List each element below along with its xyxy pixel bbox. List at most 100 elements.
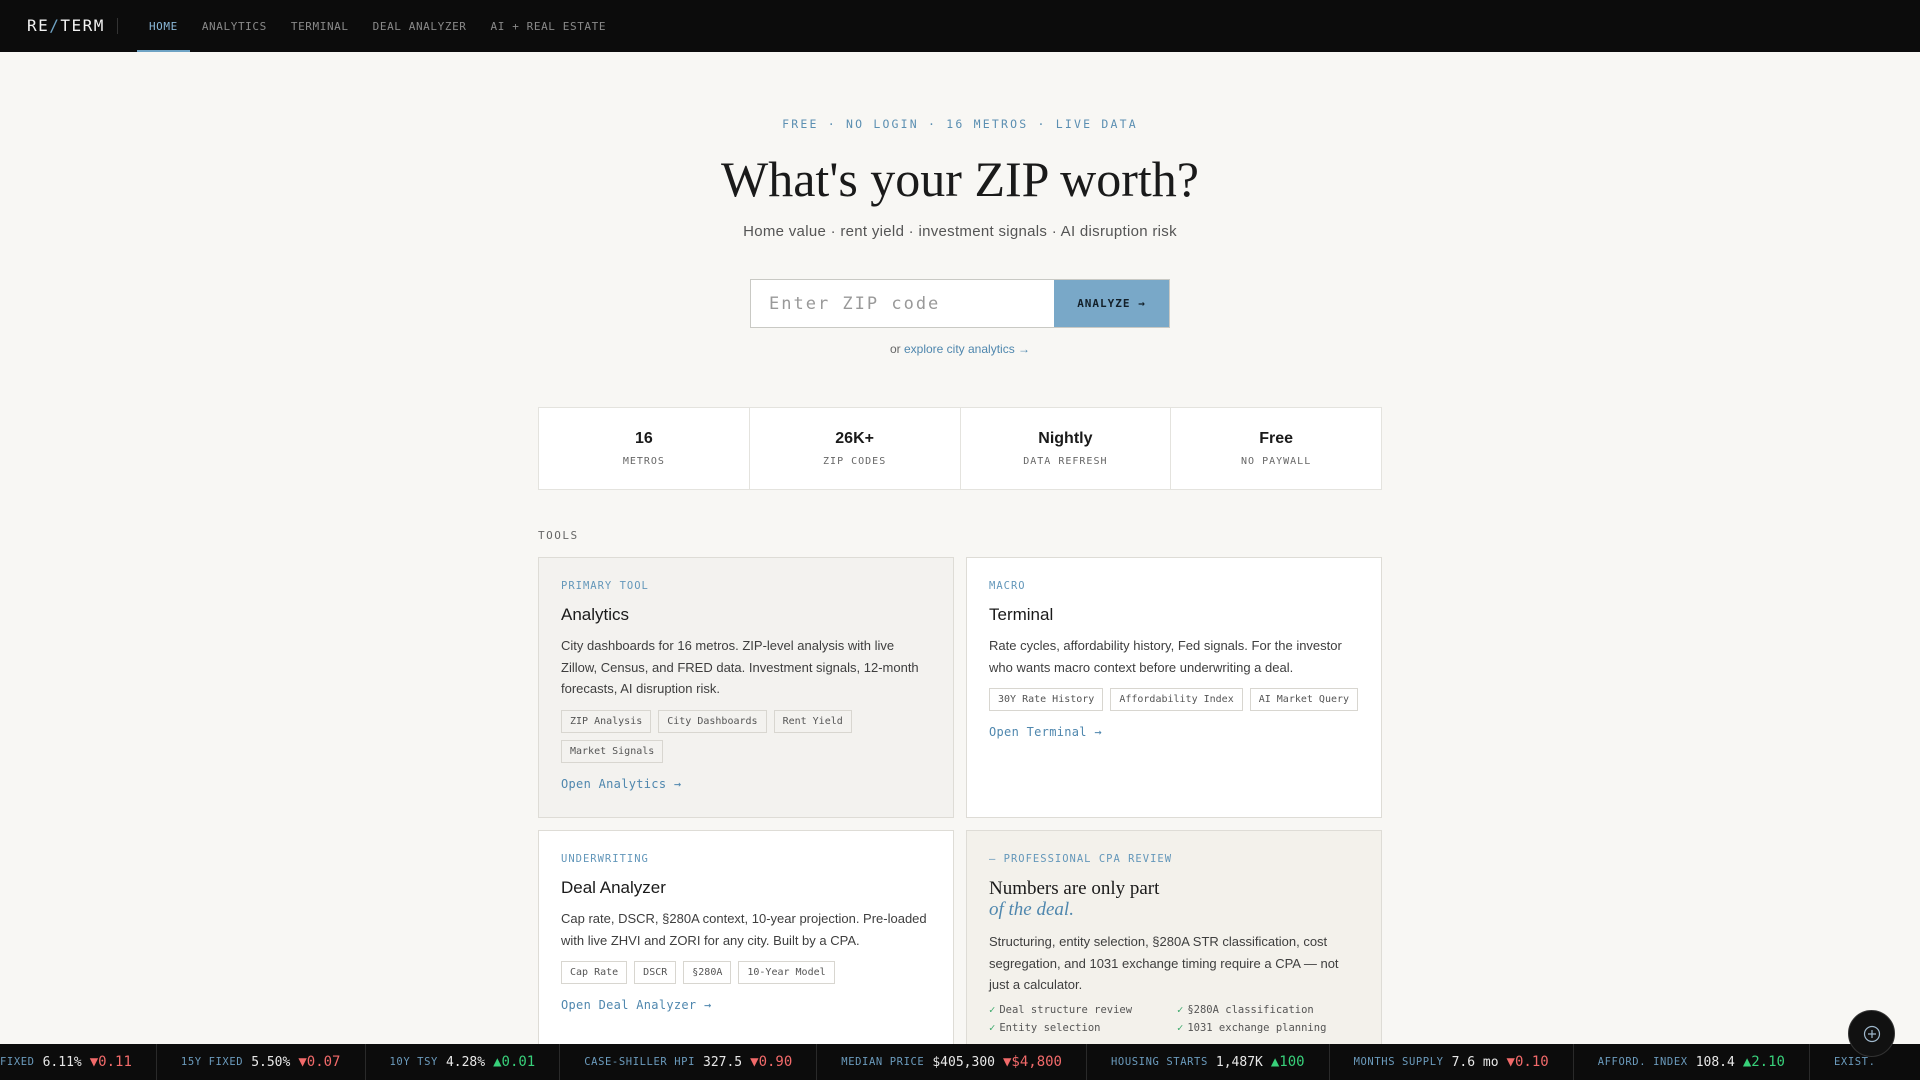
tag: City Dashboards xyxy=(658,709,767,733)
hero-eyebrow: FREE · NO LOGIN · 16 METROS · LIVE DATA xyxy=(782,117,1138,131)
or-text: or xyxy=(889,342,901,356)
stat-label: NO PAYWALL xyxy=(1241,456,1312,467)
card-description: Rate cycles, affordability history, Fed … xyxy=(989,638,1342,675)
ticker-label: MONTHS SUPPLY xyxy=(1353,1056,1444,1068)
cpa-review-card[interactable]: — PROFESSIONAL CPA REVIEW Numbers are on… xyxy=(966,830,1382,1060)
tag: DSCR xyxy=(634,961,677,984)
tag: Rent Yield xyxy=(773,709,852,733)
ticker-item: MEDIAN PRICE $405,300 ▼$4,800 xyxy=(817,1044,1087,1080)
assistant-fab-button[interactable] xyxy=(1848,1010,1895,1057)
check-item: ✓ §280A classification xyxy=(1177,1004,1365,1016)
card-description: City dashboards for 16 metros. ZIP-level… xyxy=(561,638,919,696)
checkmark-icon: ✓ xyxy=(1177,1003,1184,1016)
ticker-change: ▼0.90 xyxy=(750,1054,793,1070)
ticker-label: HOUSING STARTS xyxy=(1111,1056,1208,1068)
ticker-change: ▼0.10 xyxy=(1506,1054,1549,1070)
stat-label: ZIP CODES xyxy=(823,456,887,467)
ticker-change: ▼0.11 xyxy=(89,1054,132,1070)
ticker-change: ▲100 xyxy=(1270,1054,1305,1070)
ticker-item: MONTHS SUPPLY 7.6 mo ▼0.10 xyxy=(1330,1044,1574,1080)
tools-section-label: TOOLS xyxy=(538,529,579,542)
ticker-label: AFFORD. INDEX xyxy=(1597,1056,1688,1068)
card-eyebrow: UNDERWRITING xyxy=(561,853,649,865)
tag: AI Market Query xyxy=(1249,688,1359,711)
terminal-card[interactable]: MACRO Terminal Rate cycles, affordabilit… xyxy=(966,557,1382,818)
nav-terminal[interactable]: TERMINAL xyxy=(279,0,361,52)
card-title: Terminal xyxy=(989,605,1054,624)
card-eyebrow: MACRO xyxy=(989,580,1026,592)
stat-data-refresh: Nightly DATA REFRESH xyxy=(961,408,1172,489)
tag: Cap Rate xyxy=(561,961,628,984)
card-title: Analytics xyxy=(561,605,630,624)
nav-deal-analyzer[interactable]: DEAL ANALYZER xyxy=(361,0,479,52)
open-deal-analyzer-link[interactable]: Open Deal Analyzer → xyxy=(561,998,712,1012)
ticker-item: CASE-SHILLER HPI 327.5 ▼0.90 xyxy=(560,1044,818,1080)
checkmark-icon: ✓ xyxy=(989,1003,996,1016)
cpa-title: Numbers are only part xyxy=(989,878,1160,899)
cpa-title-emphasis: of the deal. xyxy=(989,899,1074,920)
checkmark-icon: ✓ xyxy=(989,1021,996,1034)
ticker-item: HOUSING STARTS 1,487K ▲100 xyxy=(1087,1044,1330,1080)
analyze-button[interactable]: ANALYZE → xyxy=(1054,280,1169,327)
nav-home[interactable]: HOME xyxy=(136,0,190,52)
tag: 30Y Rate History xyxy=(989,688,1104,711)
stats-bar: 16 METROS 26K+ ZIP CODES Nightly DATA RE… xyxy=(538,407,1382,490)
ticker-label: CASE-SHILLER HPI xyxy=(584,1056,695,1068)
logo-slash: / xyxy=(49,16,61,35)
hero-subtitle: Home value · rent yield · investment sig… xyxy=(743,223,1177,240)
open-terminal-link[interactable]: Open Terminal → xyxy=(989,725,1102,739)
nav-links: HOME ANALYTICS TERMINAL DEAL ANALYZER AI… xyxy=(136,0,619,52)
ticker-item: 10Y TSY 4.28% ▲0.01 xyxy=(366,1044,561,1080)
check-label: Entity selection xyxy=(999,1021,1101,1034)
stat-value: 16 xyxy=(634,430,653,447)
tag: 10-Year Model xyxy=(738,961,835,984)
stat-zip-codes: 26K+ ZIP CODES xyxy=(750,408,961,489)
tag: §280A xyxy=(683,961,732,984)
logo[interactable]: RE/TERM xyxy=(27,18,118,34)
ticker-value: 5.50% xyxy=(251,1054,291,1070)
nav-ai-real-estate[interactable]: AI + REAL ESTATE xyxy=(479,0,619,52)
check-item: ✓ Deal structure review xyxy=(989,1004,1177,1016)
ticker-value: 6.11% xyxy=(42,1054,82,1070)
ticker-change: ▲2.10 xyxy=(1742,1054,1785,1070)
stat-value: Nightly xyxy=(1038,430,1093,447)
card-description: Structuring, entity selection, §280A STR… xyxy=(989,934,1339,992)
deal-analyzer-card[interactable]: UNDERWRITING Deal Analyzer Cap rate, DSC… xyxy=(538,830,954,1060)
cpa-checklist: ✓ Deal structure review ✓ §280A classifica… xyxy=(989,1004,1359,1034)
hero-title: What's your ZIP worth? xyxy=(721,151,1199,207)
card-description: Cap rate, DSCR, §280A context, 10-year p… xyxy=(561,911,927,948)
tag: ZIP Analysis xyxy=(561,709,652,733)
explore-line: or explore city analytics → xyxy=(0,342,1920,356)
ticker-change: ▼0.07 xyxy=(298,1054,341,1070)
ticker-label: 15Y FIXED xyxy=(180,1056,244,1068)
analytics-card[interactable]: PRIMARY TOOL Analytics City dashboards f… xyxy=(538,557,954,818)
open-analytics-link[interactable]: Open Analytics → xyxy=(561,777,681,791)
ticker-value: 327.5 xyxy=(703,1054,743,1070)
stat-label: METROS xyxy=(622,456,665,467)
ticker-value: 4.28% xyxy=(445,1054,486,1070)
ticker-value: 7.6 mo xyxy=(1451,1054,1499,1070)
tag: Affordability Index xyxy=(1110,688,1243,711)
ticker-value: 1,487K xyxy=(1215,1054,1263,1070)
explore-city-analytics-link[interactable]: explore city analytics → xyxy=(904,342,1030,356)
check-label: Deal structure review xyxy=(999,1003,1133,1016)
card-eyebrow: PRIMARY TOOL xyxy=(561,580,649,592)
logo-text-left: RE xyxy=(27,16,50,35)
top-nav: RE/TERM HOME ANALYTICS TERMINAL DEAL ANA… xyxy=(0,0,1920,52)
stat-value: 26K+ xyxy=(835,430,874,447)
ticker-value: $405,300 xyxy=(932,1054,995,1070)
stat-no-paywall: Free NO PAYWALL xyxy=(1171,408,1381,489)
ticker-label: 10Y TSY xyxy=(389,1056,438,1068)
logo-text-right: TERM xyxy=(60,16,105,35)
card-eyebrow: — PROFESSIONAL CPA REVIEW xyxy=(989,853,1173,865)
tag: Market Signals xyxy=(561,739,664,763)
nav-analytics[interactable]: ANALYTICS xyxy=(190,0,279,52)
ticker-label: EXIST. xyxy=(1833,1056,1876,1068)
zip-input[interactable] xyxy=(751,280,1054,327)
ticker-change: ▼$4,800 xyxy=(1002,1054,1062,1070)
ticker-label: MEDIAN PRICE xyxy=(841,1056,925,1068)
check-item: ✓ 1031 exchange planning xyxy=(1177,1022,1365,1034)
zip-search: ANALYZE → xyxy=(750,279,1170,328)
card-tags: 30Y Rate History Affordability Index AI … xyxy=(989,688,1359,711)
card-tags: Cap Rate DSCR §280A 10-Year Model xyxy=(561,961,931,984)
